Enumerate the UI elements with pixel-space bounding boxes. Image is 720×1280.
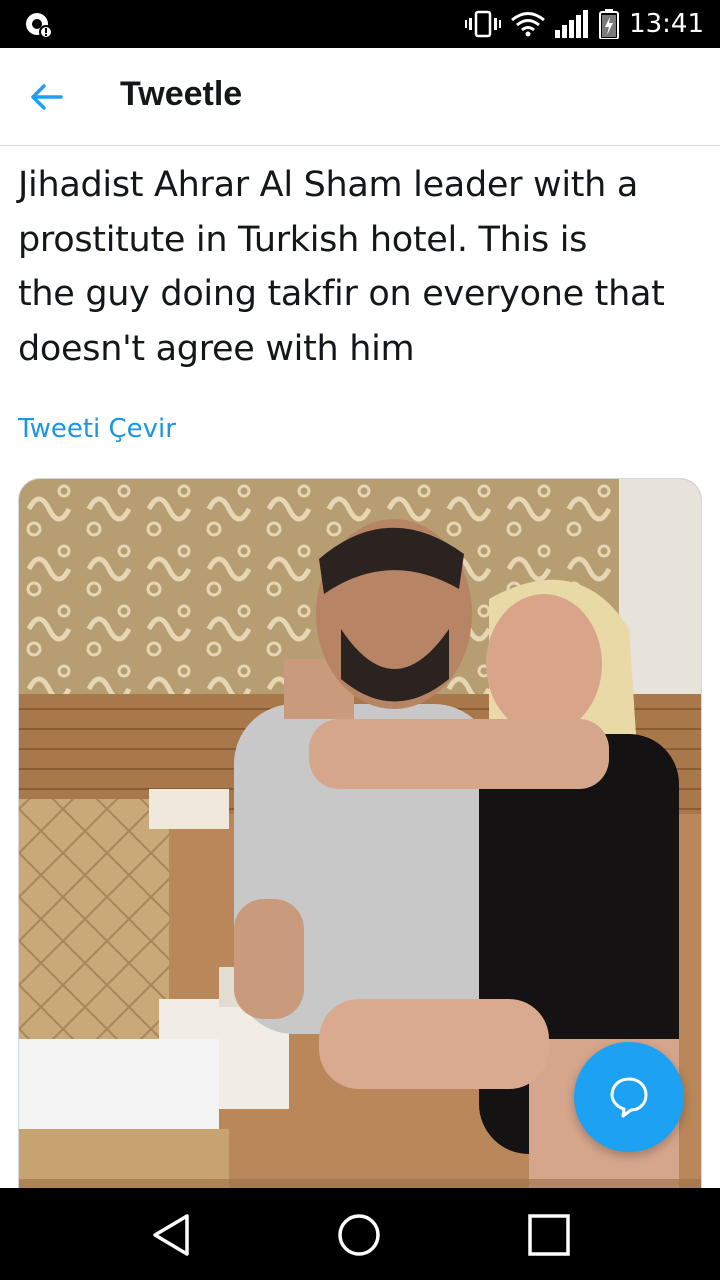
- battery-charging-icon: [599, 9, 620, 39]
- page-title: Tweetle: [120, 75, 243, 113]
- nav-home-button[interactable]: [332, 1208, 386, 1262]
- wifi-icon: [511, 11, 546, 37]
- nav-home-icon: [338, 1214, 380, 1256]
- tweet-text-line: Jihadist Ahrar Al Sham leader with a: [18, 165, 639, 205]
- status-bar: 13:41: [0, 0, 720, 48]
- nav-recents-icon: [528, 1214, 570, 1256]
- tweet-text: Jihadist Ahrar Al Sham leader with a pro…: [18, 158, 708, 376]
- nav-recents-button[interactable]: [522, 1208, 576, 1262]
- reply-bubble-icon: [610, 1077, 648, 1118]
- status-icons: 13:41: [465, 0, 704, 48]
- notification-icon: [24, 10, 54, 40]
- tweet-text-line: the guy doing takfir on everyone that: [18, 274, 665, 314]
- nav-back-icon: [153, 1214, 189, 1256]
- reply-fab-button[interactable]: [574, 1042, 684, 1152]
- status-time: 13:41: [629, 9, 704, 39]
- back-button[interactable]: [22, 72, 72, 122]
- nav-back-button[interactable]: [144, 1208, 198, 1262]
- tweet-text-line: doesn't agree with him: [18, 328, 415, 369]
- vibrate-icon: [465, 10, 502, 38]
- translate-tweet-link[interactable]: Tweeti Çevir: [18, 414, 176, 444]
- signal-icon: [555, 10, 589, 38]
- back-arrow-icon: [31, 84, 63, 110]
- app-header: Tweetle: [0, 48, 720, 146]
- tweet-text-line: prostitute in Turkish hotel. This is: [18, 219, 588, 260]
- system-nav-bar: [0, 1188, 720, 1280]
